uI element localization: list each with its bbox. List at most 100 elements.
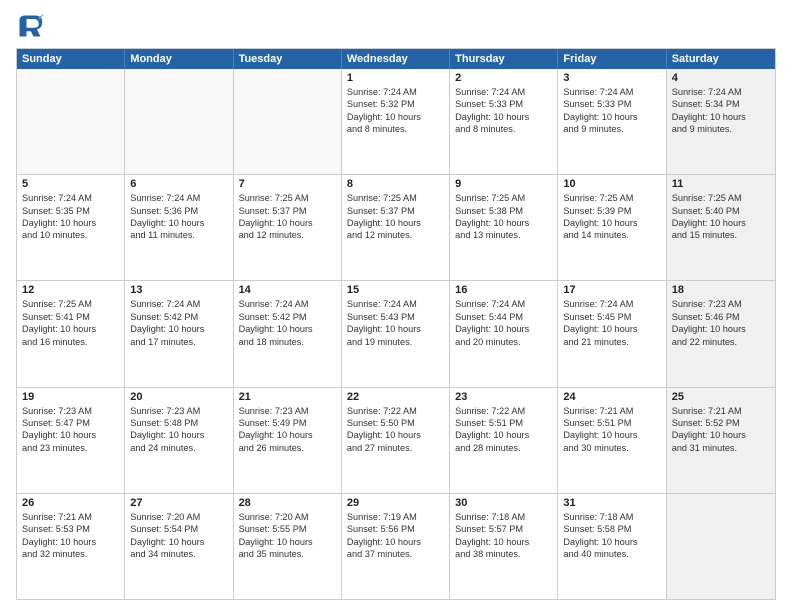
cell-line: Sunrise: 7:23 AM xyxy=(130,405,227,417)
cell-line: and 40 minutes. xyxy=(563,548,660,560)
cell-line: and 22 minutes. xyxy=(672,336,770,348)
calendar-cell-2-4: 16Sunrise: 7:24 AMSunset: 5:44 PMDayligh… xyxy=(450,281,558,386)
cell-line: and 8 minutes. xyxy=(455,123,552,135)
cell-line: Sunrise: 7:23 AM xyxy=(672,298,770,310)
day-number: 2 xyxy=(455,72,552,84)
day-number: 29 xyxy=(347,497,444,509)
calendar-cell-1-6: 11Sunrise: 7:25 AMSunset: 5:40 PMDayligh… xyxy=(667,175,775,280)
day-number: 6 xyxy=(130,178,227,190)
day-number: 3 xyxy=(563,72,660,84)
day-number: 11 xyxy=(672,178,770,190)
cell-line: Sunrise: 7:24 AM xyxy=(239,298,336,310)
day-number: 16 xyxy=(455,284,552,296)
calendar-cell-4-2: 28Sunrise: 7:20 AMSunset: 5:55 PMDayligh… xyxy=(234,494,342,599)
calendar-cell-4-5: 31Sunrise: 7:18 AMSunset: 5:58 PMDayligh… xyxy=(558,494,666,599)
cell-line: Daylight: 10 hours xyxy=(22,429,119,441)
day-number: 24 xyxy=(563,391,660,403)
cell-line: Sunrise: 7:24 AM xyxy=(672,86,770,98)
cell-line: Sunset: 5:37 PM xyxy=(239,205,336,217)
calendar-cell-4-6 xyxy=(667,494,775,599)
cell-line: Sunset: 5:58 PM xyxy=(563,523,660,535)
calendar-cell-3-1: 20Sunrise: 7:23 AMSunset: 5:48 PMDayligh… xyxy=(125,388,233,493)
cell-line: and 17 minutes. xyxy=(130,336,227,348)
calendar-cell-4-3: 29Sunrise: 7:19 AMSunset: 5:56 PMDayligh… xyxy=(342,494,450,599)
calendar-cell-3-2: 21Sunrise: 7:23 AMSunset: 5:49 PMDayligh… xyxy=(234,388,342,493)
day-number: 12 xyxy=(22,284,119,296)
cell-line: Sunrise: 7:20 AM xyxy=(130,511,227,523)
cell-line: Sunrise: 7:24 AM xyxy=(563,298,660,310)
calendar-cell-3-0: 19Sunrise: 7:23 AMSunset: 5:47 PMDayligh… xyxy=(17,388,125,493)
cell-line: Sunset: 5:51 PM xyxy=(563,417,660,429)
calendar-cell-0-4: 2Sunrise: 7:24 AMSunset: 5:33 PMDaylight… xyxy=(450,69,558,174)
calendar-row-1: 5Sunrise: 7:24 AMSunset: 5:35 PMDaylight… xyxy=(17,175,775,281)
cell-line: Daylight: 10 hours xyxy=(455,217,552,229)
cell-line: and 23 minutes. xyxy=(22,442,119,454)
cell-line: Sunrise: 7:23 AM xyxy=(239,405,336,417)
day-number: 23 xyxy=(455,391,552,403)
cell-line: Sunrise: 7:25 AM xyxy=(347,192,444,204)
cell-line: and 37 minutes. xyxy=(347,548,444,560)
day-number: 18 xyxy=(672,284,770,296)
cell-line: Sunrise: 7:19 AM xyxy=(347,511,444,523)
calendar-cell-1-3: 8Sunrise: 7:25 AMSunset: 5:37 PMDaylight… xyxy=(342,175,450,280)
cell-line: and 13 minutes. xyxy=(455,229,552,241)
day-number: 13 xyxy=(130,284,227,296)
cell-line: Daylight: 10 hours xyxy=(347,323,444,335)
cell-line: Sunrise: 7:22 AM xyxy=(347,405,444,417)
cell-line: Daylight: 10 hours xyxy=(563,536,660,548)
cell-line: Sunrise: 7:18 AM xyxy=(563,511,660,523)
logo xyxy=(16,12,48,40)
cell-line: Daylight: 10 hours xyxy=(455,536,552,548)
cell-line: Sunrise: 7:25 AM xyxy=(22,298,119,310)
day-number: 17 xyxy=(563,284,660,296)
cell-line: Sunrise: 7:24 AM xyxy=(455,298,552,310)
cell-line: and 10 minutes. xyxy=(22,229,119,241)
calendar-cell-3-5: 24Sunrise: 7:21 AMSunset: 5:51 PMDayligh… xyxy=(558,388,666,493)
cell-line: and 30 minutes. xyxy=(563,442,660,454)
cell-line: Daylight: 10 hours xyxy=(130,217,227,229)
day-number: 27 xyxy=(130,497,227,509)
cell-line: Sunrise: 7:18 AM xyxy=(455,511,552,523)
calendar-cell-4-4: 30Sunrise: 7:18 AMSunset: 5:57 PMDayligh… xyxy=(450,494,558,599)
calendar-cell-0-2 xyxy=(234,69,342,174)
calendar-cell-2-3: 15Sunrise: 7:24 AMSunset: 5:43 PMDayligh… xyxy=(342,281,450,386)
cell-line: Daylight: 10 hours xyxy=(563,111,660,123)
cell-line: Sunrise: 7:24 AM xyxy=(563,86,660,98)
day-number: 19 xyxy=(22,391,119,403)
cell-line: and 11 minutes. xyxy=(130,229,227,241)
cell-line: Daylight: 10 hours xyxy=(22,323,119,335)
cell-line: Sunset: 5:56 PM xyxy=(347,523,444,535)
calendar-cell-1-2: 7Sunrise: 7:25 AMSunset: 5:37 PMDaylight… xyxy=(234,175,342,280)
day-number: 20 xyxy=(130,391,227,403)
cell-line: Sunset: 5:40 PM xyxy=(672,205,770,217)
day-number: 28 xyxy=(239,497,336,509)
day-number: 5 xyxy=(22,178,119,190)
cell-line: Sunrise: 7:24 AM xyxy=(130,298,227,310)
cell-line: Daylight: 10 hours xyxy=(22,217,119,229)
header-day-friday: Friday xyxy=(558,49,666,69)
cell-line: Sunrise: 7:24 AM xyxy=(347,86,444,98)
cell-line: Sunrise: 7:25 AM xyxy=(455,192,552,204)
calendar-cell-0-6: 4Sunrise: 7:24 AMSunset: 5:34 PMDaylight… xyxy=(667,69,775,174)
day-number: 21 xyxy=(239,391,336,403)
calendar-header: SundayMondayTuesdayWednesdayThursdayFrid… xyxy=(17,49,775,69)
cell-line: Sunset: 5:33 PM xyxy=(455,98,552,110)
header-day-monday: Monday xyxy=(125,49,233,69)
cell-line: and 34 minutes. xyxy=(130,548,227,560)
cell-line: and 19 minutes. xyxy=(347,336,444,348)
cell-line: Sunrise: 7:25 AM xyxy=(239,192,336,204)
cell-line: Sunrise: 7:21 AM xyxy=(22,511,119,523)
cell-line: and 14 minutes. xyxy=(563,229,660,241)
header-day-saturday: Saturday xyxy=(667,49,775,69)
cell-line: Daylight: 10 hours xyxy=(239,536,336,548)
calendar-cell-0-0 xyxy=(17,69,125,174)
cell-line: and 9 minutes. xyxy=(672,123,770,135)
day-number: 15 xyxy=(347,284,444,296)
cell-line: Sunset: 5:55 PM xyxy=(239,523,336,535)
cell-line: Sunset: 5:51 PM xyxy=(455,417,552,429)
cell-line: Sunset: 5:35 PM xyxy=(22,205,119,217)
calendar-cell-3-3: 22Sunrise: 7:22 AMSunset: 5:50 PMDayligh… xyxy=(342,388,450,493)
cell-line: and 32 minutes. xyxy=(22,548,119,560)
cell-line: Sunset: 5:43 PM xyxy=(347,311,444,323)
calendar-cell-1-5: 10Sunrise: 7:25 AMSunset: 5:39 PMDayligh… xyxy=(558,175,666,280)
